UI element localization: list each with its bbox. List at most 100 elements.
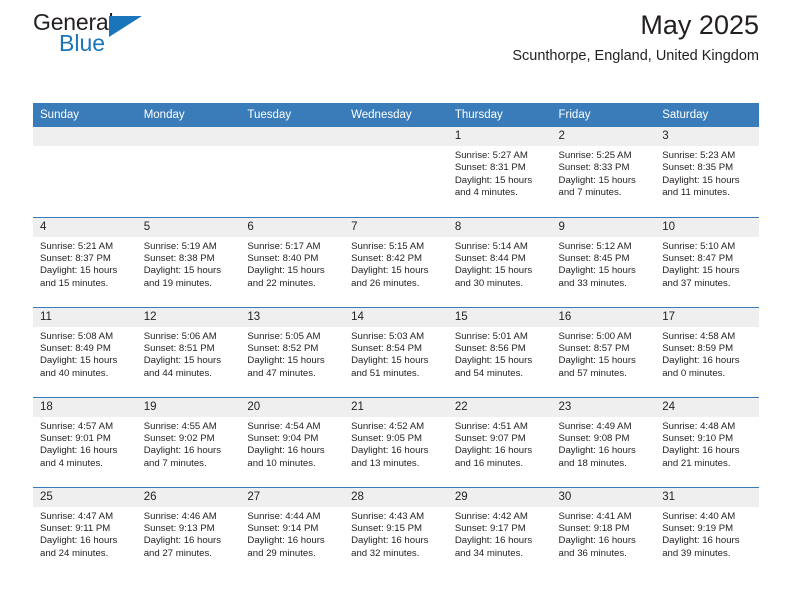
calendar-day-cell[interactable]: 21 Sunrise: 4:52 AM Sunset: 9:05 PM Dayligh… (344, 396, 448, 487)
sunset-text: Sunset: 8:35 PM (662, 162, 734, 174)
day-details: Sunrise: 5:10 AM Sunset: 8:47 PM Daylight:… (655, 237, 759, 291)
calendar-day-cell[interactable]: 1 Sunrise: 5:27 AM Sunset: 8:31 PM Daylight… (447, 127, 552, 217)
day-details: Sunrise: 5:17 AM Sunset: 8:40 PM Daylight:… (240, 237, 344, 291)
calendar-day-cell[interactable]: 11 Sunrise: 5:08 AM Sunset: 8:49 PM Dayligh… (33, 306, 137, 397)
day-number: 31 (655, 487, 759, 507)
calendar-week-row: 25 Sunrise: 4:47 AM Sunset: 9:11 PM Dayligh… (33, 486, 759, 577)
calendar-day-cell[interactable]: 9 Sunrise: 5:12 AM Sunset: 8:45 PM Daylight… (551, 216, 656, 307)
day-number: 24 (655, 397, 759, 417)
day-details: Sunrise: 4:42 AM Sunset: 9:17 PM Daylight:… (448, 507, 552, 561)
sunset-text: Sunset: 8:47 PM (662, 252, 734, 264)
day-number: 14 (344, 307, 448, 327)
day-number: 16 (551, 307, 656, 327)
daylight-text: Daylight: 15 hours and 7 minutes. (558, 174, 636, 199)
calendar-week-row: 1 Sunrise: 5:27 AM Sunset: 8:31 PM Daylight… (33, 127, 759, 217)
calendar-day-cell[interactable]: 14 Sunrise: 5:03 AM Sunset: 8:54 PM Dayligh… (344, 306, 448, 397)
daylight-text: Daylight: 15 hours and 33 minutes. (558, 265, 636, 289)
day-details: Sunrise: 5:25 AM Sunset: 8:33 PM Daylight:… (552, 146, 656, 200)
calendar-day-cell[interactable]: 18 Sunrise: 4:57 AM Sunset: 9:01 PM Dayligh… (33, 396, 137, 487)
day-number: 11 (33, 307, 137, 327)
sunrise-text: Sunrise: 4:44 AM (247, 510, 321, 522)
calendar-head: Sunday Monday Tuesday Wednesday Thursday… (33, 103, 759, 127)
sunset-text: Sunset: 8:56 PM (454, 342, 526, 354)
daylight-text: Daylight: 16 hours and 13 minutes. (351, 445, 429, 469)
day-details: Sunrise: 5:01 AM Sunset: 8:56 PM Daylight:… (448, 327, 552, 381)
calendar-day-cell[interactable]: 4 Sunrise: 5:21 AM Sunset: 8:37 PM Daylight… (33, 216, 137, 307)
sunrise-text: Sunrise: 4:47 AM (40, 510, 114, 522)
day-number: 18 (33, 397, 137, 417)
day-details: Sunrise: 5:23 AM Sunset: 8:35 PM Daylight:… (655, 146, 759, 200)
day-details: Sunrise: 4:58 AM Sunset: 8:59 PM Daylight:… (655, 327, 759, 381)
title-block: May 2025 Scunthorpe, England, United Kin… (512, 8, 759, 67)
sunrise-text: Sunrise: 5:19 AM (143, 240, 217, 252)
page-subtitle: Scunthorpe, England, United Kingdom (512, 48, 759, 64)
day-details: Sunrise: 5:27 AM Sunset: 8:31 PM Daylight:… (448, 146, 552, 200)
calendar-day-cell[interactable]: 28 Sunrise: 4:43 AM Sunset: 9:15 PM Dayligh… (344, 486, 448, 577)
calendar-day-cell[interactable]: 17 Sunrise: 4:58 AM Sunset: 8:59 PM Dayligh… (655, 306, 759, 397)
calendar-day-cell[interactable]: 3 Sunrise: 5:23 AM Sunset: 8:35 PM Daylight… (655, 127, 759, 217)
daylight-text: Daylight: 16 hours and 34 minutes. (454, 535, 533, 559)
sunrise-text: Sunrise: 4:51 AM (454, 420, 528, 432)
calendar-day-cell[interactable]: 15 Sunrise: 5:01 AM Sunset: 8:56 PM Dayligh… (447, 306, 552, 397)
calendar-day-cell[interactable]: 13 Sunrise: 5:05 AM Sunset: 8:52 PM Dayligh… (240, 306, 345, 397)
calendar-day-cell[interactable]: 27 Sunrise: 4:44 AM Sunset: 9:14 PM Dayligh… (240, 486, 345, 577)
calendar-day-cell[interactable]: 10 Sunrise: 5:10 AM Sunset: 8:47 PM Dayligh… (655, 216, 759, 307)
calendar-day-cell[interactable]: 12 Sunrise: 5:06 AM Sunset: 8:51 PM Dayligh… (136, 306, 241, 397)
daylight-text: Daylight: 16 hours and 39 minutes. (662, 535, 740, 559)
calendar-day-cell[interactable]: 23 Sunrise: 4:49 AM Sunset: 9:08 PM Dayligh… (551, 396, 656, 487)
calendar-cell-empty (33, 127, 137, 217)
day-details: Sunrise: 4:54 AM Sunset: 9:04 PM Daylight:… (240, 417, 344, 471)
weekday-header-tuesday: Tuesday (240, 103, 345, 127)
sunrise-text: Sunrise: 5:15 AM (351, 240, 425, 252)
calendar-day-cell[interactable]: 30 Sunrise: 4:41 AM Sunset: 9:18 PM Dayligh… (551, 486, 656, 577)
calendar-day-cell[interactable]: 8 Sunrise: 5:14 AM Sunset: 8:44 PM Daylight… (447, 216, 552, 307)
daylight-text: Daylight: 16 hours and 18 minutes. (558, 445, 636, 469)
calendar-day-cell[interactable]: 16 Sunrise: 5:00 AM Sunset: 8:57 PM Dayligh… (551, 306, 656, 397)
day-details: Sunrise: 4:47 AM Sunset: 9:11 PM Daylight:… (33, 507, 137, 561)
day-number (33, 127, 137, 146)
calendar-day-cell[interactable]: 31 Sunrise: 4:40 AM Sunset: 9:19 PM Dayligh… (655, 486, 759, 577)
sunset-text: Sunset: 8:45 PM (558, 252, 630, 264)
sunset-text: Sunset: 8:40 PM (247, 252, 319, 264)
daylight-text: Daylight: 15 hours and 26 minutes. (351, 265, 429, 289)
calendar-day-cell[interactable]: 25 Sunrise: 4:47 AM Sunset: 9:11 PM Dayligh… (33, 486, 137, 577)
day-number: 21 (344, 397, 448, 417)
sunset-text: Sunset: 9:14 PM (247, 522, 319, 534)
calendar-day-cell[interactable]: 26 Sunrise: 4:46 AM Sunset: 9:13 PM Dayligh… (136, 486, 241, 577)
daylight-text: Daylight: 16 hours and 10 minutes. (247, 445, 325, 469)
calendar-day-cell[interactable]: 29 Sunrise: 4:42 AM Sunset: 9:17 PM Dayligh… (447, 486, 552, 577)
sunrise-text: Sunrise: 5:08 AM (40, 330, 114, 342)
daylight-text: Daylight: 16 hours and 0 minutes. (662, 355, 740, 379)
day-number: 17 (655, 307, 759, 327)
sunrise-text: Sunrise: 5:01 AM (454, 330, 528, 342)
brand-logo[interactable]: General Blue (33, 9, 153, 65)
sunset-text: Sunset: 9:05 PM (351, 432, 423, 444)
daylight-text: Daylight: 15 hours and 57 minutes. (558, 355, 636, 379)
sunrise-text: Sunrise: 4:52 AM (351, 420, 425, 432)
day-number: 9 (551, 217, 656, 237)
calendar-day-cell[interactable]: 6 Sunrise: 5:17 AM Sunset: 8:40 PM Daylight… (240, 216, 345, 307)
calendar-day-cell[interactable]: 24 Sunrise: 4:48 AM Sunset: 9:10 PM Dayligh… (655, 396, 759, 487)
calendar-day-cell[interactable]: 2 Sunrise: 5:25 AM Sunset: 8:33 PM Daylight… (551, 127, 656, 217)
calendar-week-row: 11 Sunrise: 5:08 AM Sunset: 8:49 PM Dayligh… (33, 306, 759, 397)
sunrise-text: Sunrise: 5:21 AM (40, 240, 114, 252)
day-number: 2 (551, 127, 656, 146)
calendar-day-cell[interactable]: 5 Sunrise: 5:19 AM Sunset: 8:38 PM Daylight… (136, 216, 241, 307)
day-details: Sunrise: 4:57 AM Sunset: 9:01 PM Daylight:… (33, 417, 137, 471)
sunset-text: Sunset: 8:57 PM (558, 342, 630, 354)
calendar-day-cell[interactable]: 22 Sunrise: 4:51 AM Sunset: 9:07 PM Dayligh… (447, 396, 552, 487)
calendar-day-cell[interactable]: 19 Sunrise: 4:55 AM Sunset: 9:02 PM Dayligh… (136, 396, 241, 487)
day-details: Sunrise: 4:40 AM Sunset: 9:19 PM Daylight:… (655, 507, 759, 561)
daylight-text: Daylight: 16 hours and 32 minutes. (351, 535, 429, 559)
day-number: 5 (136, 217, 241, 237)
day-number (136, 127, 241, 146)
daylight-text: Daylight: 15 hours and 37 minutes. (662, 265, 740, 289)
sunset-text: Sunset: 8:49 PM (40, 342, 111, 354)
sunrise-text: Sunrise: 5:00 AM (558, 330, 632, 342)
daylight-text: Daylight: 15 hours and 54 minutes. (454, 355, 533, 379)
calendar-day-cell[interactable]: 7 Sunrise: 5:15 AM Sunset: 8:42 PM Daylight… (344, 216, 448, 307)
calendar-day-cell[interactable]: 20 Sunrise: 4:54 AM Sunset: 9:04 PM Dayligh… (240, 396, 345, 487)
sunrise-text: Sunrise: 4:54 AM (247, 420, 321, 432)
day-number (240, 127, 345, 146)
triangle-icon (109, 16, 142, 37)
